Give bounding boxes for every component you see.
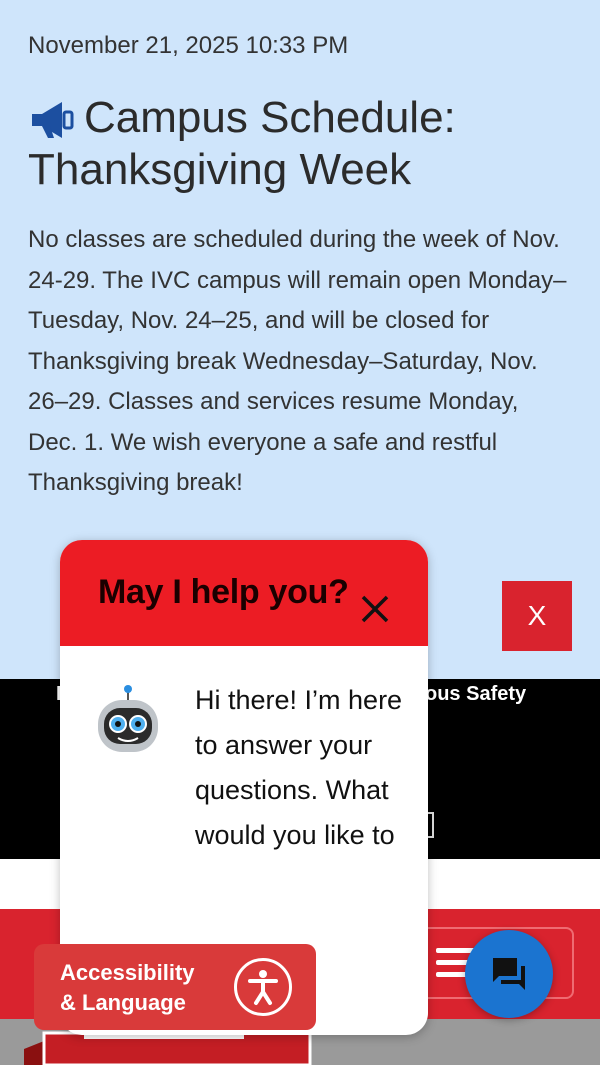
chat-header: May I help you? [60, 540, 428, 646]
megaphone-icon [28, 98, 76, 142]
chat-title: May I help you? [98, 573, 349, 611]
close-icon[interactable] [358, 592, 392, 626]
announcement-title-text: Campus Schedule: Thanksgiving Week [28, 93, 456, 194]
accessibility-label: Accessibility & Language [60, 958, 195, 1018]
accessibility-icon [234, 958, 292, 1016]
announcement-body: No classes are scheduled during the week… [28, 226, 567, 496]
chat-launcher-button[interactable] [465, 930, 553, 1018]
top-link-campus-safety[interactable]: ous Safety [425, 683, 526, 706]
announcement-title: Campus Schedule: Thanksgiving Week [28, 92, 548, 196]
accessibility-language-button[interactable]: Accessibility & Language [34, 944, 316, 1030]
announcement-datetime: November 21, 2025 10:33 PM [28, 32, 349, 59]
chat-message: Hi there! I’m here to answer your questi… [195, 685, 403, 850]
robot-avatar-icon [98, 685, 158, 752]
accessibility-label-line2: & Language [60, 990, 186, 1015]
close-announcement-button[interactable]: X [502, 581, 572, 651]
chat-bubble-icon [493, 958, 525, 990]
accessibility-label-line1: Accessibility [60, 960, 195, 985]
